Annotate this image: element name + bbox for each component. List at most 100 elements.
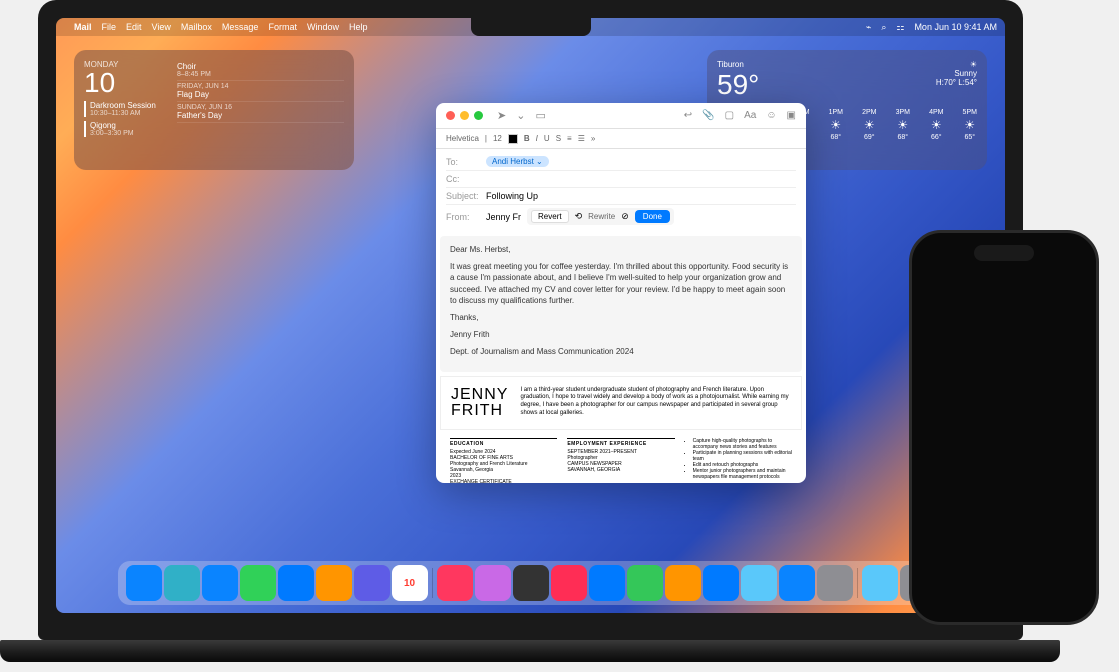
cv-emp-list: SEPTEMBER 2021–PRESENTPhotographerCAMPUS… — [567, 449, 674, 473]
dock-app-icon[interactable] — [126, 565, 162, 601]
search-icon[interactable]: ⌕ — [881, 22, 886, 33]
body-thanks: Thanks, — [450, 312, 792, 323]
dock-app-icon[interactable] — [703, 565, 739, 601]
dock-app-icon[interactable] — [589, 565, 625, 601]
dock-app-icon[interactable] — [665, 565, 701, 601]
subject-field[interactable]: Following Up — [486, 191, 538, 201]
dock-app-icon[interactable] — [862, 565, 898, 601]
control-center-icon[interactable]: ⚏ — [896, 22, 904, 33]
dock-app-icon[interactable] — [551, 565, 587, 601]
emoji-icon[interactable]: ☺ — [766, 110, 776, 121]
dock-app-icon[interactable] — [779, 565, 815, 601]
mail-compose-window: ➤ ⌄ ▭ ↩ 📎 ▢ Aa ☺ ▣ Helvetica | 12 B — [436, 103, 806, 483]
menu-app-name[interactable]: Mail — [74, 22, 92, 32]
body-sig-name: Jenny Frith — [450, 329, 792, 340]
menu-window[interactable]: Window — [307, 22, 339, 32]
body-sig-dept: Dept. of Journalism and Mass Communicati… — [450, 346, 792, 357]
dock-app-icon[interactable] — [741, 565, 777, 601]
rewrite-toolbar: Revert ⟲ Rewrite ⊘ Done — [527, 208, 674, 225]
to-recipient[interactable]: Andi Herbst ⌄ — [486, 156, 549, 167]
calendar-event: Qigong 3:00–3:30 PM — [84, 121, 169, 137]
dock-app-icon[interactable] — [817, 565, 853, 601]
done-button[interactable]: Done — [635, 210, 670, 223]
desktop: Mail File Edit View Mailbox Message Form… — [56, 18, 1005, 613]
mail-body[interactable]: Dear Ms. Herbst, It was great meeting yo… — [440, 236, 802, 372]
chevron-down-icon[interactable]: ⌄ — [516, 109, 525, 122]
strike-button[interactable]: S — [556, 134, 561, 143]
calendar-day-label: MONDAY — [84, 60, 169, 69]
dock-app-icon[interactable] — [354, 565, 390, 601]
align-button[interactable]: ≡ — [567, 134, 572, 143]
cv-attachment[interactable]: JENNY FRITH I am a third-year student un… — [440, 376, 802, 430]
header-fields-icon[interactable]: ▭ — [535, 109, 545, 122]
iphone-dynamic-island — [974, 245, 1034, 261]
from-field[interactable]: Jenny Fr — [486, 212, 521, 222]
calendar-upcoming-item: Choir 8–8:45 PM — [177, 60, 344, 81]
minimize-button[interactable] — [460, 111, 469, 120]
cv-emp-bullets: Capture high-quality photographs to acco… — [693, 438, 792, 480]
weather-hour-item: 4PM☀66° — [929, 109, 943, 141]
cv-name-first: JENNY — [451, 387, 508, 403]
dock-app-icon[interactable] — [202, 565, 238, 601]
dock-app-icon[interactable] — [437, 565, 473, 601]
indent-button[interactable]: » — [591, 134, 595, 143]
cv-edu-list: Expected June 2024BACHELOR OF FINE ARTSP… — [450, 449, 557, 484]
rewrite-options-icon[interactable]: ⊘ — [621, 211, 629, 222]
reply-icon[interactable]: ↩ — [684, 110, 692, 121]
weather-condition: Sunny — [936, 69, 977, 78]
menu-edit[interactable]: Edit — [126, 22, 142, 32]
cv-emp-header: EMPLOYMENT EXPERIENCE — [567, 438, 674, 447]
photo-icon[interactable]: ▢ — [725, 110, 734, 121]
from-label: From: — [446, 212, 486, 222]
body-paragraph: It was great meeting you for coffee yest… — [450, 261, 792, 306]
revert-button[interactable]: Revert — [531, 210, 569, 223]
weather-condition-icon: ☀ — [936, 60, 977, 69]
dock-app-icon[interactable] — [278, 565, 314, 601]
format-icon[interactable]: Aa — [744, 110, 756, 121]
weather-hour-item: 2PM☀69° — [862, 109, 876, 141]
dock-app-icon[interactable] — [475, 565, 511, 601]
dock-app-icon[interactable] — [240, 565, 276, 601]
menu-file[interactable]: File — [102, 22, 117, 32]
weather-temp: 59° — [717, 69, 759, 101]
close-button[interactable] — [446, 111, 455, 120]
calendar-event: Darkroom Session 10:30–11:30 AM — [84, 101, 169, 117]
menu-message[interactable]: Message — [222, 22, 259, 32]
media-icon[interactable]: ▣ — [787, 110, 796, 121]
menu-view[interactable]: View — [152, 22, 171, 32]
dock: 10 — [118, 561, 944, 605]
notch — [471, 18, 591, 36]
maximize-button[interactable] — [474, 111, 483, 120]
bold-button[interactable]: B — [524, 134, 530, 143]
send-icon[interactable]: ➤ — [497, 109, 506, 122]
underline-button[interactable]: U — [544, 134, 550, 143]
color-swatch[interactable] — [508, 134, 518, 144]
dock-app-icon[interactable] — [164, 565, 200, 601]
macbook-frame: Mail File Edit View Mailbox Message Form… — [38, 0, 1023, 640]
font-select[interactable]: Helvetica — [446, 134, 479, 143]
subject-label: Subject: — [446, 191, 486, 201]
rewrite-label: Rewrite — [588, 212, 615, 221]
menu-help[interactable]: Help — [349, 22, 368, 32]
weather-hilo: H:70° L:54° — [936, 78, 977, 87]
calendar-upcoming-item: FRIDAY, JUN 14 Flag Day — [177, 81, 344, 102]
dock-app-icon[interactable]: 10 — [392, 565, 428, 601]
font-size[interactable]: 12 — [493, 134, 502, 143]
dock-app-icon[interactable] — [316, 565, 352, 601]
rewrite-refresh-icon[interactable]: ⟲ — [575, 211, 583, 222]
wifi-icon[interactable]: ⌁ — [866, 22, 871, 33]
attach-icon[interactable]: 📎 — [702, 110, 714, 121]
cv-name-last: FRITH — [451, 403, 508, 419]
format-bar: Helvetica | 12 B I U S ≡ ☰ » — [436, 129, 806, 149]
calendar-widget[interactable]: MONDAY 10 Darkroom Session 10:30–11:30 A… — [74, 50, 354, 170]
menu-mailbox[interactable]: Mailbox — [181, 22, 212, 32]
dock-app-icon[interactable] — [627, 565, 663, 601]
cc-label: Cc: — [446, 174, 486, 184]
weather-location: Tiburon — [717, 60, 759, 69]
list-button[interactable]: ☰ — [578, 134, 585, 143]
italic-button[interactable]: I — [536, 134, 538, 143]
menu-datetime[interactable]: Mon Jun 10 9:41 AM — [914, 22, 997, 32]
menu-format[interactable]: Format — [268, 22, 297, 32]
mail-titlebar: ➤ ⌄ ▭ ↩ 📎 ▢ Aa ☺ ▣ — [436, 103, 806, 129]
dock-app-icon[interactable] — [513, 565, 549, 601]
